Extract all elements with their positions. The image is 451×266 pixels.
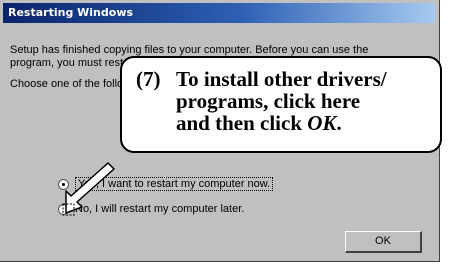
pointer-arrow-icon [62,162,115,216]
